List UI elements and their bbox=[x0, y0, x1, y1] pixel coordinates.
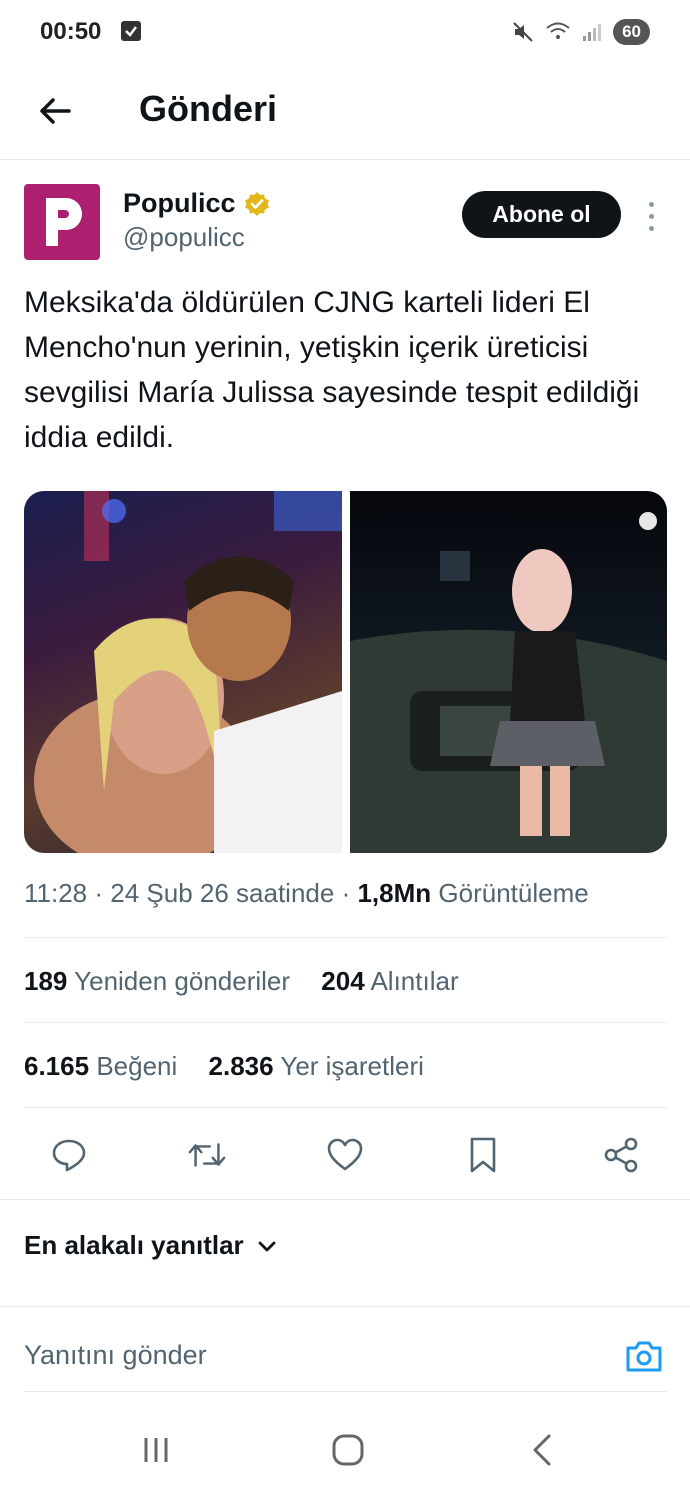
share-button[interactable] bbox=[601, 1135, 641, 1175]
meta-separator: · bbox=[341, 878, 358, 908]
status-indicators: 60 bbox=[511, 18, 650, 46]
likes-stat[interactable]: 6.165 Beğeni bbox=[24, 1051, 185, 1081]
checkbox-notification-icon bbox=[121, 21, 141, 41]
divider bbox=[24, 1391, 667, 1392]
reply-icon bbox=[52, 1139, 86, 1172]
stats-row-reposts: 189 Yeniden gönderiler 204 Alıntılar bbox=[24, 966, 483, 997]
meta-separator: · bbox=[94, 878, 111, 908]
more-options-icon[interactable] bbox=[638, 198, 664, 234]
mute-icon bbox=[513, 22, 533, 42]
home-icon bbox=[332, 1434, 364, 1466]
divider bbox=[0, 1306, 690, 1307]
status-time: 00:50 bbox=[40, 18, 102, 45]
replies-sort-label: En alakalı yanıtlar bbox=[24, 1230, 244, 1260]
back-button[interactable] bbox=[30, 86, 80, 136]
like-icon bbox=[327, 1138, 363, 1171]
divider bbox=[24, 937, 667, 938]
recent-apps-icon bbox=[144, 1438, 168, 1462]
like-button[interactable] bbox=[325, 1135, 365, 1175]
reposts-count: 189 bbox=[24, 966, 68, 996]
reply-input[interactable] bbox=[24, 1340, 584, 1371]
camera-icon bbox=[626, 1341, 662, 1372]
quotes-stat[interactable]: 204 Alıntılar bbox=[321, 966, 458, 996]
quotes-count: 204 bbox=[321, 966, 365, 996]
bookmarks-count: 2.836 bbox=[208, 1051, 274, 1081]
likes-count: 6.165 bbox=[24, 1051, 90, 1081]
home-button[interactable] bbox=[328, 1430, 368, 1470]
page-title: Gönderi bbox=[139, 88, 278, 129]
author-handle[interactable]: @populicc bbox=[123, 222, 245, 253]
likes-label: Beğeni bbox=[96, 1051, 178, 1081]
status-bar: 00:50 60 bbox=[0, 0, 690, 64]
tweet-photo-2[interactable] bbox=[349, 491, 667, 853]
replies-sort-dropdown[interactable]: En alakalı yanıtlar bbox=[24, 1230, 278, 1261]
bookmarks-label: Yer işaretleri bbox=[280, 1051, 424, 1081]
repost-button[interactable] bbox=[187, 1135, 227, 1175]
divider bbox=[24, 1022, 667, 1023]
camera-button[interactable] bbox=[624, 1336, 664, 1376]
views-count: 1,8Mn bbox=[357, 878, 432, 908]
divider bbox=[0, 1199, 690, 1200]
tweet-media[interactable] bbox=[24, 491, 667, 853]
reply-button[interactable] bbox=[49, 1135, 89, 1175]
arrow-left-icon bbox=[40, 98, 71, 124]
verified-badge-icon bbox=[244, 191, 269, 216]
bookmark-icon bbox=[470, 1137, 496, 1173]
views-label: Görüntüleme bbox=[438, 878, 589, 908]
wifi-icon bbox=[546, 22, 570, 39]
populicc-logo bbox=[46, 198, 82, 246]
author-row: Populicc @populicc Abone ol bbox=[0, 160, 690, 270]
battery-indicator: 60 bbox=[613, 19, 650, 45]
repost-icon bbox=[188, 1143, 226, 1167]
signal-icon bbox=[583, 24, 602, 41]
system-nav-bar bbox=[0, 1400, 690, 1495]
tweet-date[interactable]: 24 Şub 26 saatinde bbox=[110, 878, 334, 908]
top-bar: Gönderi bbox=[0, 64, 690, 160]
reply-composer bbox=[0, 1308, 690, 1392]
author-name[interactable]: Populicc bbox=[123, 188, 270, 219]
chevron-down-icon bbox=[258, 1241, 276, 1251]
reposts-label: Yeniden gönderiler bbox=[74, 966, 291, 996]
tweet-actions bbox=[0, 1108, 690, 1200]
avatar[interactable] bbox=[24, 184, 100, 260]
reposts-stat[interactable]: 189 Yeniden gönderiler bbox=[24, 966, 297, 996]
stats-row-likes: 6.165 Beğeni 2.836 Yer işaretleri bbox=[24, 1051, 448, 1082]
chevron-left-icon bbox=[533, 1434, 551, 1466]
bookmarks-stat[interactable]: 2.836 Yer işaretleri bbox=[209, 1051, 424, 1081]
tweet-time[interactable]: 11:28 bbox=[24, 878, 87, 908]
author-name-text: Populicc bbox=[123, 188, 236, 218]
bookmark-button[interactable] bbox=[463, 1135, 503, 1175]
share-icon bbox=[604, 1137, 638, 1173]
tweet-meta: 11:28 · 24 Şub 26 saatinde · 1,8Mn Görün… bbox=[24, 878, 589, 909]
recent-apps-button[interactable] bbox=[136, 1430, 176, 1470]
tweet-photo-1[interactable] bbox=[24, 491, 342, 853]
quotes-label: Alıntılar bbox=[370, 966, 459, 996]
follow-button[interactable]: Abone ol bbox=[462, 191, 621, 238]
tweet-text: Meksika'da öldürülen CJNG karteli lideri… bbox=[24, 286, 640, 454]
system-back-button[interactable] bbox=[522, 1430, 562, 1470]
